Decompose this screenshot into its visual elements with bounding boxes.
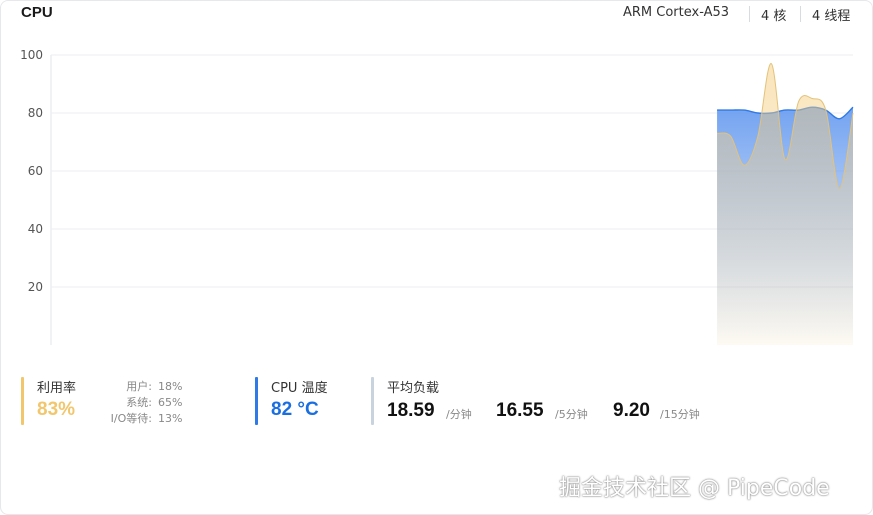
y-tick-label: 80 [28, 106, 43, 120]
stats-row: 利用率 83% 用户: 18% 系统: 65% I/O等待: 13% CPU 温度 8… [1, 371, 873, 431]
y-tick-label: 100 [20, 48, 43, 62]
detail-value: 13% [158, 412, 183, 425]
usage-area [717, 63, 853, 345]
load-accent-bar [371, 377, 374, 425]
temperature-value: 82 °C [271, 399, 319, 420]
cpu-card: CPU ARM Cortex-A53 4 核 4 线程 100 80 60 40 20 … [0, 0, 873, 515]
watermark: 掘金技术社区 @ PipeCode [559, 476, 830, 501]
detail-label: I/O等待: [110, 412, 152, 425]
usage-label: 利用率 [37, 381, 77, 396]
cpu-history-chart: 100 80 60 40 20 [20, 48, 854, 345]
usage-detail-system: 系统: 65% [82, 394, 182, 410]
detail-value: 18% [158, 380, 183, 393]
load-1min-unit: /分钟 [446, 408, 472, 421]
temperature-accent-bar [255, 377, 258, 425]
load-label: 平均负载 [387, 381, 440, 396]
usage-detail-user: 用户: 18% [82, 378, 182, 394]
load-15min-unit: /15分钟 [660, 408, 700, 421]
usage-accent-bar [21, 377, 24, 425]
temperature-label: CPU 温度 [271, 381, 328, 396]
detail-value: 65% [158, 396, 183, 409]
y-tick-label: 20 [28, 280, 43, 294]
load-5min-unit: /5分钟 [555, 408, 588, 421]
load-1min-value: 18.59 [387, 400, 435, 421]
load-5min-value: 16.55 [496, 400, 544, 421]
detail-label: 用户: [126, 380, 152, 393]
usage-detail-iowait: I/O等待: 13% [82, 410, 183, 426]
y-tick-label: 60 [28, 164, 43, 178]
usage-value: 83% [37, 399, 76, 420]
load-15min-value: 9.20 [613, 400, 650, 421]
detail-label: 系统: [126, 396, 152, 409]
y-tick-label: 40 [28, 222, 43, 236]
